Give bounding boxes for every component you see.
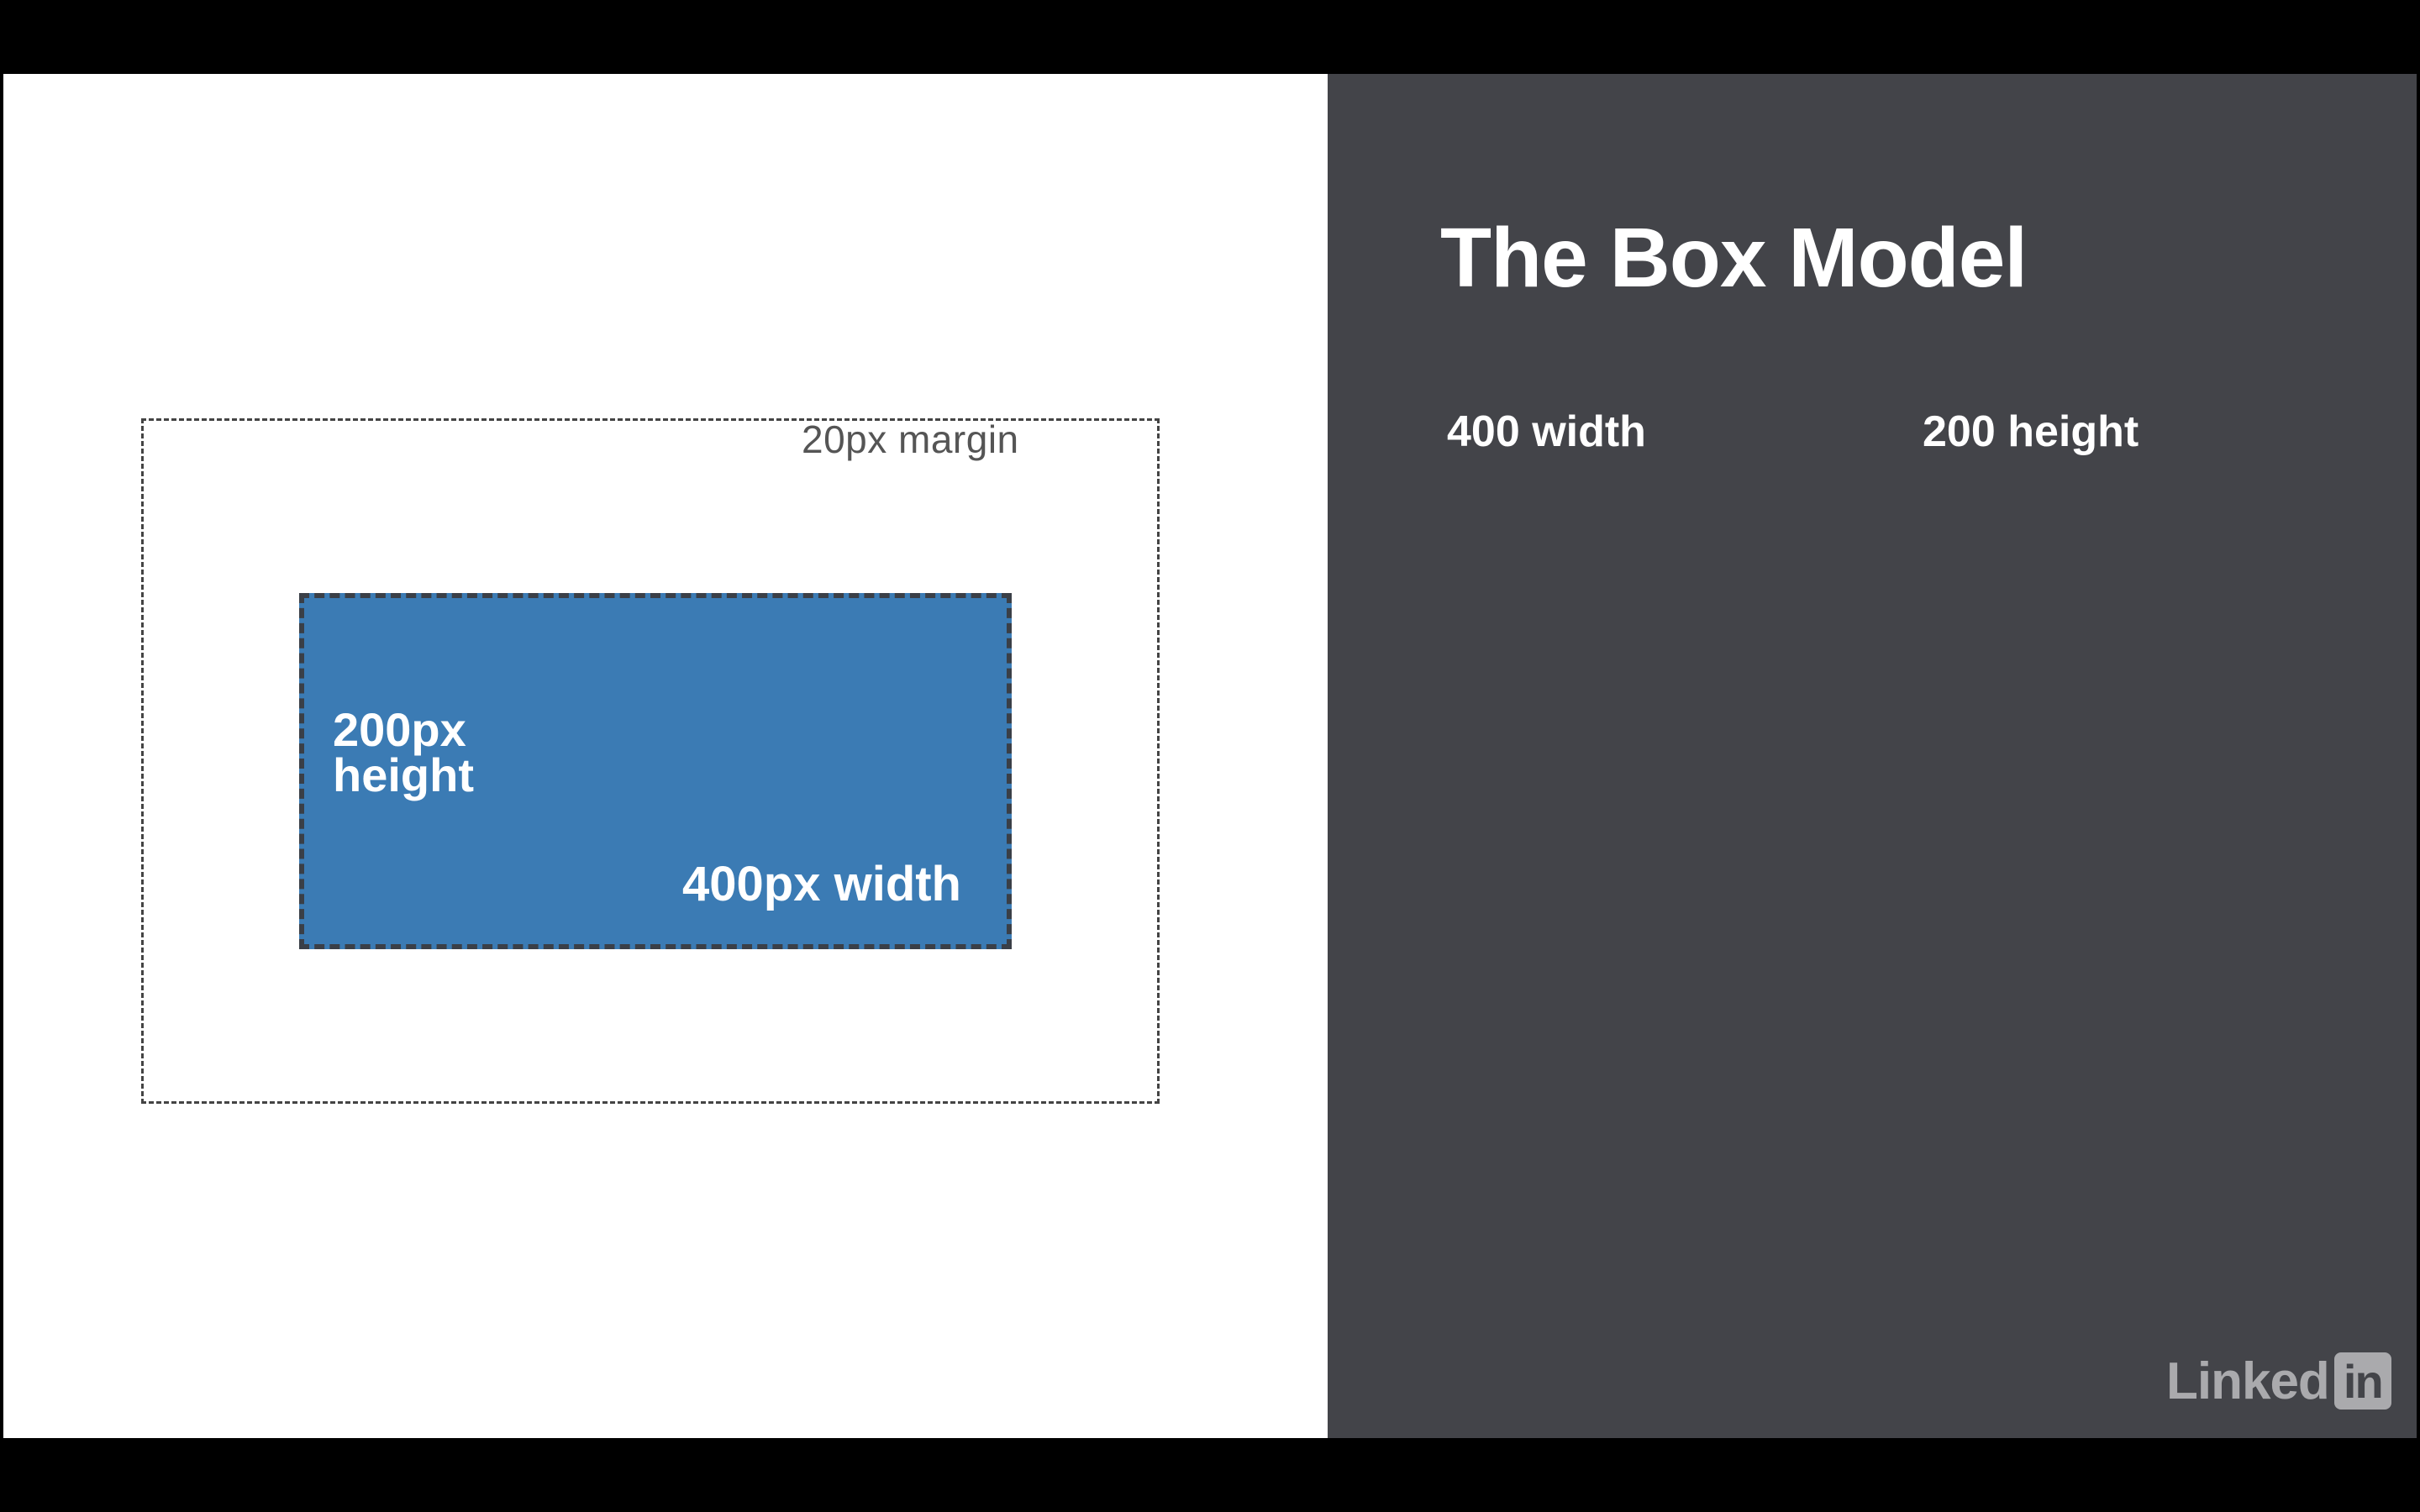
logo-badge: in [2333, 1352, 2391, 1410]
diagram-pane: 20px margin 200px height 400px width [3, 74, 1328, 1438]
logo-wordmark: Linked [2166, 1352, 2330, 1410]
width-label: 400px width [682, 857, 961, 911]
slide: 20px margin 200px height 400px width The… [0, 74, 2420, 1438]
linkedin-logo-icon: Linked in [2166, 1351, 2391, 1411]
slide-title: The Box Model [1440, 211, 2028, 305]
height-property: 200 height [1923, 407, 2139, 456]
width-property: 400 width [1447, 407, 1646, 456]
height-label-value: 200px [333, 703, 466, 756]
height-label-word: height [333, 748, 474, 801]
content-box: 200px height 400px width [299, 593, 1012, 949]
height-label: 200px height [333, 703, 474, 801]
info-pane: The Box Model 400 width 200 height Linke… [1328, 74, 2420, 1438]
margin-label: 20px margin [802, 417, 1019, 461]
right-edge [2417, 74, 2420, 1438]
